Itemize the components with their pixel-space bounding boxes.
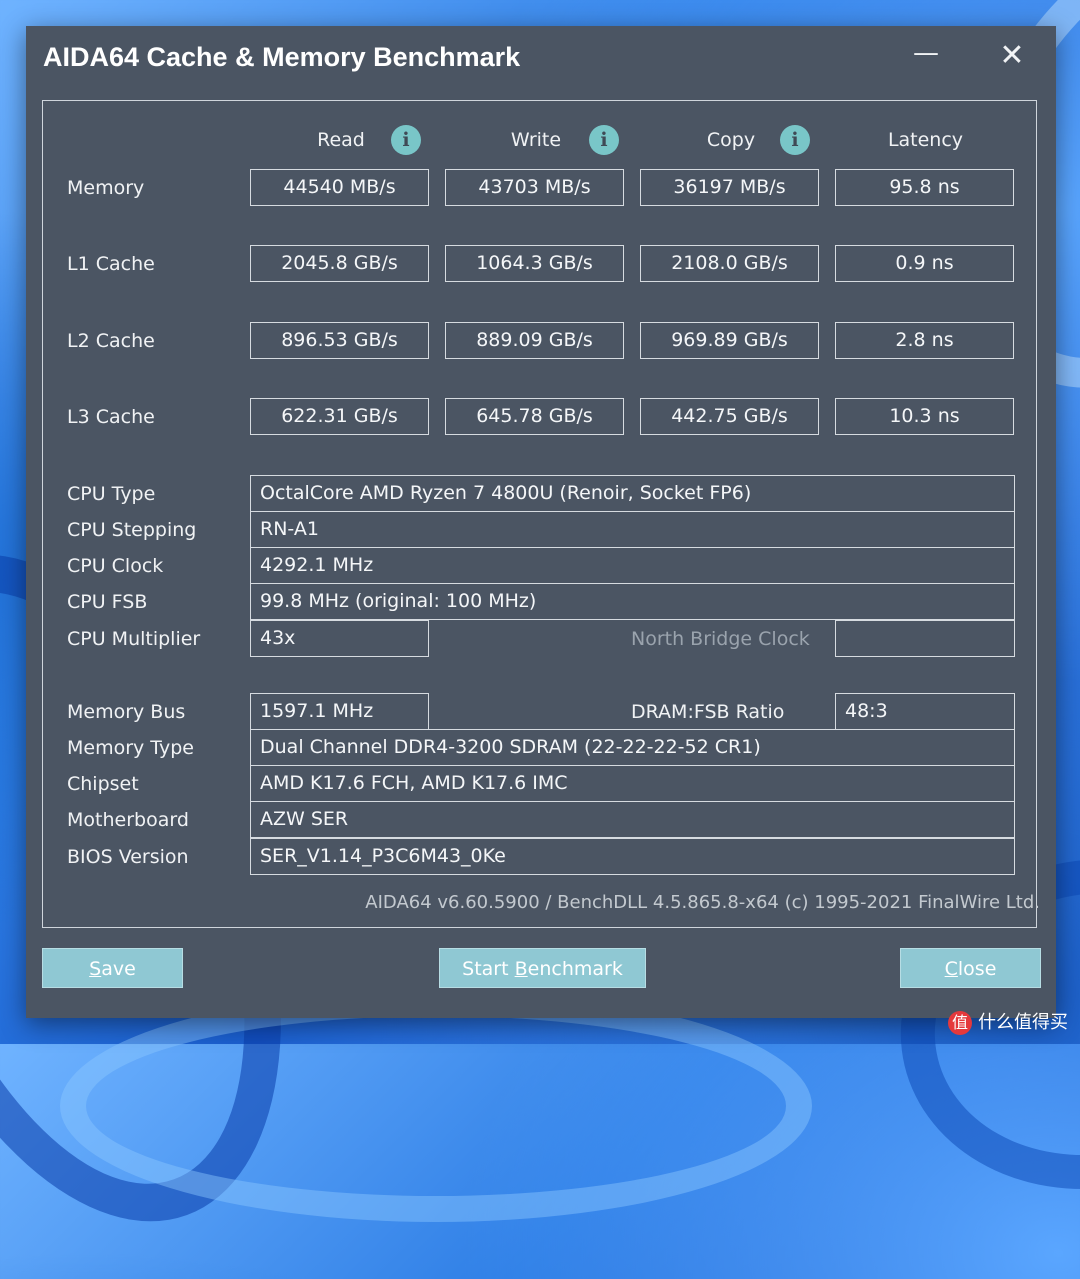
cpu-fsb-value: 99.8 MHz (original: 100 MHz)	[250, 583, 1015, 620]
row-label-memory: Memory	[67, 177, 145, 199]
save-hotkey: S	[89, 958, 102, 980]
column-header-copy: Copy	[706, 129, 756, 151]
dram-fsb-ratio-label: DRAM:FSB Ratio	[631, 701, 785, 723]
close-window-button[interactable]: ✕	[992, 36, 1032, 76]
watermark-logo-icon: 值	[948, 1011, 972, 1035]
start-hotkey: B	[514, 958, 528, 980]
memory-type-value: Dual Channel DDR4-3200 SDRAM (22-22-22-5…	[250, 729, 1015, 766]
minimize-button[interactable]: —	[906, 36, 946, 76]
l1-read-value: 2045.8 GB/s	[250, 245, 429, 282]
column-header-read: Read	[317, 129, 365, 151]
l1-write-value: 1064.3 GB/s	[445, 245, 624, 282]
memory-copy-value: 36197 MB/s	[640, 169, 819, 206]
save-button[interactable]: Save	[42, 948, 183, 988]
cpu-clock-value: 4292.1 MHz	[250, 547, 1015, 584]
version-footer: AIDA64 v6.60.5900 / BenchDLL 4.5.865.8-x…	[365, 892, 1040, 913]
title-bar[interactable]: AIDA64 Cache & Memory Benchmark — ✕	[26, 26, 1056, 92]
l3-read-value: 622.31 GB/s	[250, 398, 429, 435]
cpu-multiplier-label: CPU Multiplier	[67, 628, 201, 650]
save-label: ave	[101, 958, 136, 980]
copy-info-icon[interactable]: i	[780, 125, 810, 155]
wallpaper-swirl	[60, 990, 812, 1222]
l1-copy-value: 2108.0 GB/s	[640, 245, 819, 282]
memory-latency-value: 95.8 ns	[835, 169, 1014, 206]
motherboard-value: AZW SER	[250, 801, 1015, 838]
memory-bus-value: 1597.1 MHz	[250, 693, 429, 730]
row-label-l1-cache: L1 Cache	[67, 253, 155, 275]
close-button[interactable]: Close	[900, 948, 1041, 988]
results-panel: Read i Write i Copy i Latency Memory 445…	[42, 100, 1037, 928]
close-label: lose	[957, 958, 997, 980]
site-watermark: 值什么值得买	[948, 1008, 1068, 1035]
column-header-write: Write	[510, 129, 562, 151]
l1-latency-value: 0.9 ns	[835, 245, 1014, 282]
north-bridge-clock-value	[835, 620, 1015, 657]
memory-write-value: 43703 MB/s	[445, 169, 624, 206]
benchmark-window: AIDA64 Cache & Memory Benchmark — ✕ Read…	[26, 26, 1056, 1018]
read-info-icon[interactable]: i	[391, 125, 421, 155]
north-bridge-clock-label: North Bridge Clock	[631, 628, 810, 650]
dram-fsb-ratio-value: 48:3	[835, 693, 1015, 730]
memory-bus-label: Memory Bus	[67, 701, 186, 723]
watermark-text: 什么值得买	[978, 1012, 1068, 1033]
row-label-l2-cache: L2 Cache	[67, 330, 155, 352]
l2-write-value: 889.09 GB/s	[445, 322, 624, 359]
start-label-rest: enchmark	[527, 958, 623, 980]
chipset-label: Chipset	[67, 773, 139, 795]
l3-copy-value: 442.75 GB/s	[640, 398, 819, 435]
column-header-latency: Latency	[887, 129, 964, 151]
row-label-l3-cache: L3 Cache	[67, 406, 155, 428]
bios-version-value: SER_V1.14_P3C6M43_0Ke	[250, 838, 1015, 875]
memory-read-value: 44540 MB/s	[250, 169, 429, 206]
window-title: AIDA64 Cache & Memory Benchmark	[43, 42, 521, 72]
close-hotkey: C	[944, 958, 958, 980]
start-label-pre: Start	[462, 958, 515, 980]
start-benchmark-button[interactable]: Start Benchmark	[439, 948, 646, 988]
cpu-multiplier-value: 43x	[250, 620, 429, 657]
cpu-stepping-value: RN-A1	[250, 511, 1015, 548]
l3-write-value: 645.78 GB/s	[445, 398, 624, 435]
bios-version-label: BIOS Version	[67, 846, 189, 868]
cpu-clock-label: CPU Clock	[67, 555, 164, 577]
cpu-type-value: OctalCore AMD Ryzen 7 4800U (Renoir, Soc…	[250, 475, 1015, 512]
l2-copy-value: 969.89 GB/s	[640, 322, 819, 359]
chipset-value: AMD K17.6 FCH, AMD K17.6 IMC	[250, 765, 1015, 802]
cpu-fsb-label: CPU FSB	[67, 591, 148, 613]
cpu-type-label: CPU Type	[67, 483, 156, 505]
cpu-stepping-label: CPU Stepping	[67, 519, 197, 541]
write-info-icon[interactable]: i	[589, 125, 619, 155]
memory-type-label: Memory Type	[67, 737, 194, 759]
l2-read-value: 896.53 GB/s	[250, 322, 429, 359]
l3-latency-value: 10.3 ns	[835, 398, 1014, 435]
motherboard-label: Motherboard	[67, 809, 189, 831]
l2-latency-value: 2.8 ns	[835, 322, 1014, 359]
